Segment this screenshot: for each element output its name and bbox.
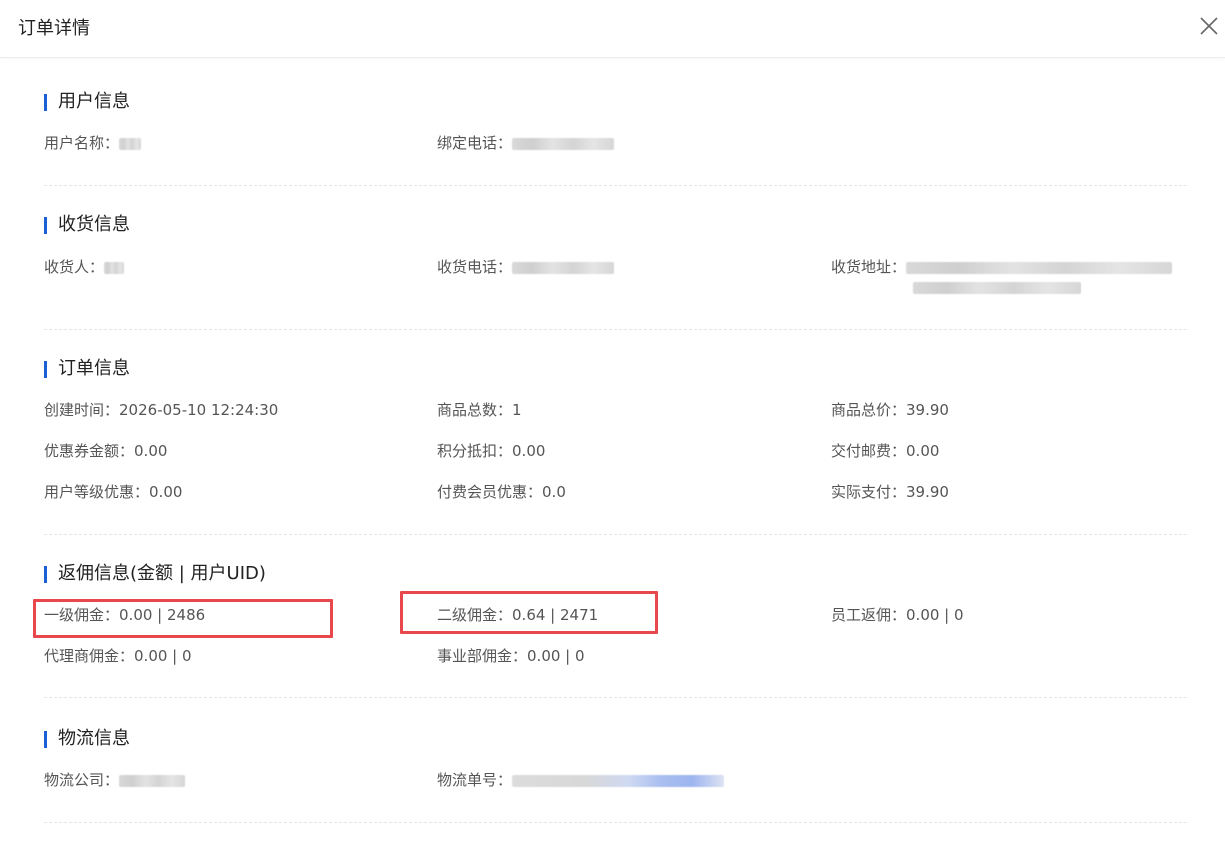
logistics-company-redacted <box>119 774 186 787</box>
section-title-order-info: 订单信息 <box>44 359 130 379</box>
points-value: 0.00 <box>512 442 546 460</box>
user-name-redacted <box>119 137 142 150</box>
divider <box>44 822 1187 823</box>
divider <box>44 697 1187 698</box>
tracking-number-label: 物流单号： <box>437 771 513 789</box>
section-title-commission-info: 返佣信息(金额 | 用户UID) <box>44 564 266 584</box>
staff-commission-label: 员工返佣： <box>831 606 907 624</box>
shipping-fee-value: 0.00 <box>906 442 940 460</box>
coupon-value: 0.00 <box>134 442 168 460</box>
total-price-value: 39.90 <box>906 401 949 419</box>
shipping-fee-field: 交付邮费：0.00 <box>831 441 939 461</box>
user-phone-redacted <box>512 137 615 150</box>
user-phone-field: 绑定电话： <box>437 133 615 153</box>
section-title-user-info: 用户信息 <box>44 92 130 112</box>
shipping-fee-label: 交付邮费： <box>831 442 907 460</box>
receiver-field: 收货人： <box>44 257 125 277</box>
paid-field: 实际支付：39.90 <box>831 482 949 502</box>
receiver-redacted <box>104 261 125 274</box>
staff-commission-field: 员工返佣：0.00 | 0 <box>831 605 964 625</box>
level-discount-field: 用户等级优惠：0.00 <box>44 482 182 502</box>
created-time-value: 2026-05-10 12:24:30 <box>119 401 279 419</box>
address-redacted <box>906 261 1173 274</box>
coupon-label: 优惠券金额： <box>44 442 135 460</box>
address-redacted-line2 <box>913 282 1081 294</box>
receiver-phone-label: 收货电话： <box>437 258 513 276</box>
receiver-phone-field: 收货电话： <box>437 257 615 277</box>
address-label: 收货地址： <box>831 258 907 276</box>
total-price-label: 商品总价： <box>831 401 907 419</box>
created-time-label: 创建时间： <box>44 401 120 419</box>
divider <box>44 329 1187 330</box>
divider <box>44 534 1187 535</box>
highlight-box-level1 <box>33 599 333 638</box>
divider <box>44 185 1187 186</box>
user-phone-label: 绑定电话： <box>437 134 513 152</box>
agent-commission-field: 代理商佣金：0.00 | 0 <box>44 646 192 666</box>
dialog-title: 订单详情 <box>18 18 90 39</box>
total-count-field: 商品总数：1 <box>437 400 522 420</box>
total-count-value: 1 <box>512 401 522 419</box>
section-title-shipping-info: 收货信息 <box>44 215 130 235</box>
user-name-field: 用户名称： <box>44 133 142 153</box>
division-commission-field: 事业部佣金：0.00 | 0 <box>437 646 585 666</box>
member-discount-value: 0.0 <box>542 483 566 501</box>
receiver-phone-redacted <box>512 261 615 274</box>
user-name-label: 用户名称： <box>44 134 120 152</box>
logistics-company-field: 物流公司： <box>44 770 186 790</box>
level-discount-value: 0.00 <box>149 483 183 501</box>
receiver-label: 收货人： <box>44 258 105 276</box>
total-price-field: 商品总价：39.90 <box>831 400 949 420</box>
created-time-field: 创建时间：2026-05-10 12:24:30 <box>44 400 278 420</box>
staff-commission-value: 0.00 | 0 <box>906 606 964 624</box>
highlight-box-level2 <box>400 591 658 634</box>
division-commission-value: 0.00 | 0 <box>527 647 585 665</box>
paid-value: 39.90 <box>906 483 949 501</box>
agent-commission-value: 0.00 | 0 <box>134 647 192 665</box>
dialog-header: 订单详情 <box>0 0 1225 58</box>
tracking-number-redacted <box>512 774 725 787</box>
points-label: 积分抵扣： <box>437 442 513 460</box>
total-count-label: 商品总数： <box>437 401 513 419</box>
coupon-field: 优惠券金额：0.00 <box>44 441 167 461</box>
section-title-logistics-info: 物流信息 <box>44 729 130 749</box>
member-discount-field: 付费会员优惠：0.0 <box>437 482 566 502</box>
close-icon[interactable] <box>1199 14 1225 40</box>
agent-commission-label: 代理商佣金： <box>44 647 135 665</box>
division-commission-label: 事业部佣金： <box>437 647 528 665</box>
points-field: 积分抵扣：0.00 <box>437 441 545 461</box>
address-field: 收货地址： <box>831 257 1173 277</box>
level-discount-label: 用户等级优惠： <box>44 483 150 501</box>
member-discount-label: 付费会员优惠： <box>437 483 543 501</box>
tracking-number-field: 物流单号： <box>437 770 725 790</box>
paid-label: 实际支付： <box>831 483 907 501</box>
logistics-company-label: 物流公司： <box>44 771 120 789</box>
